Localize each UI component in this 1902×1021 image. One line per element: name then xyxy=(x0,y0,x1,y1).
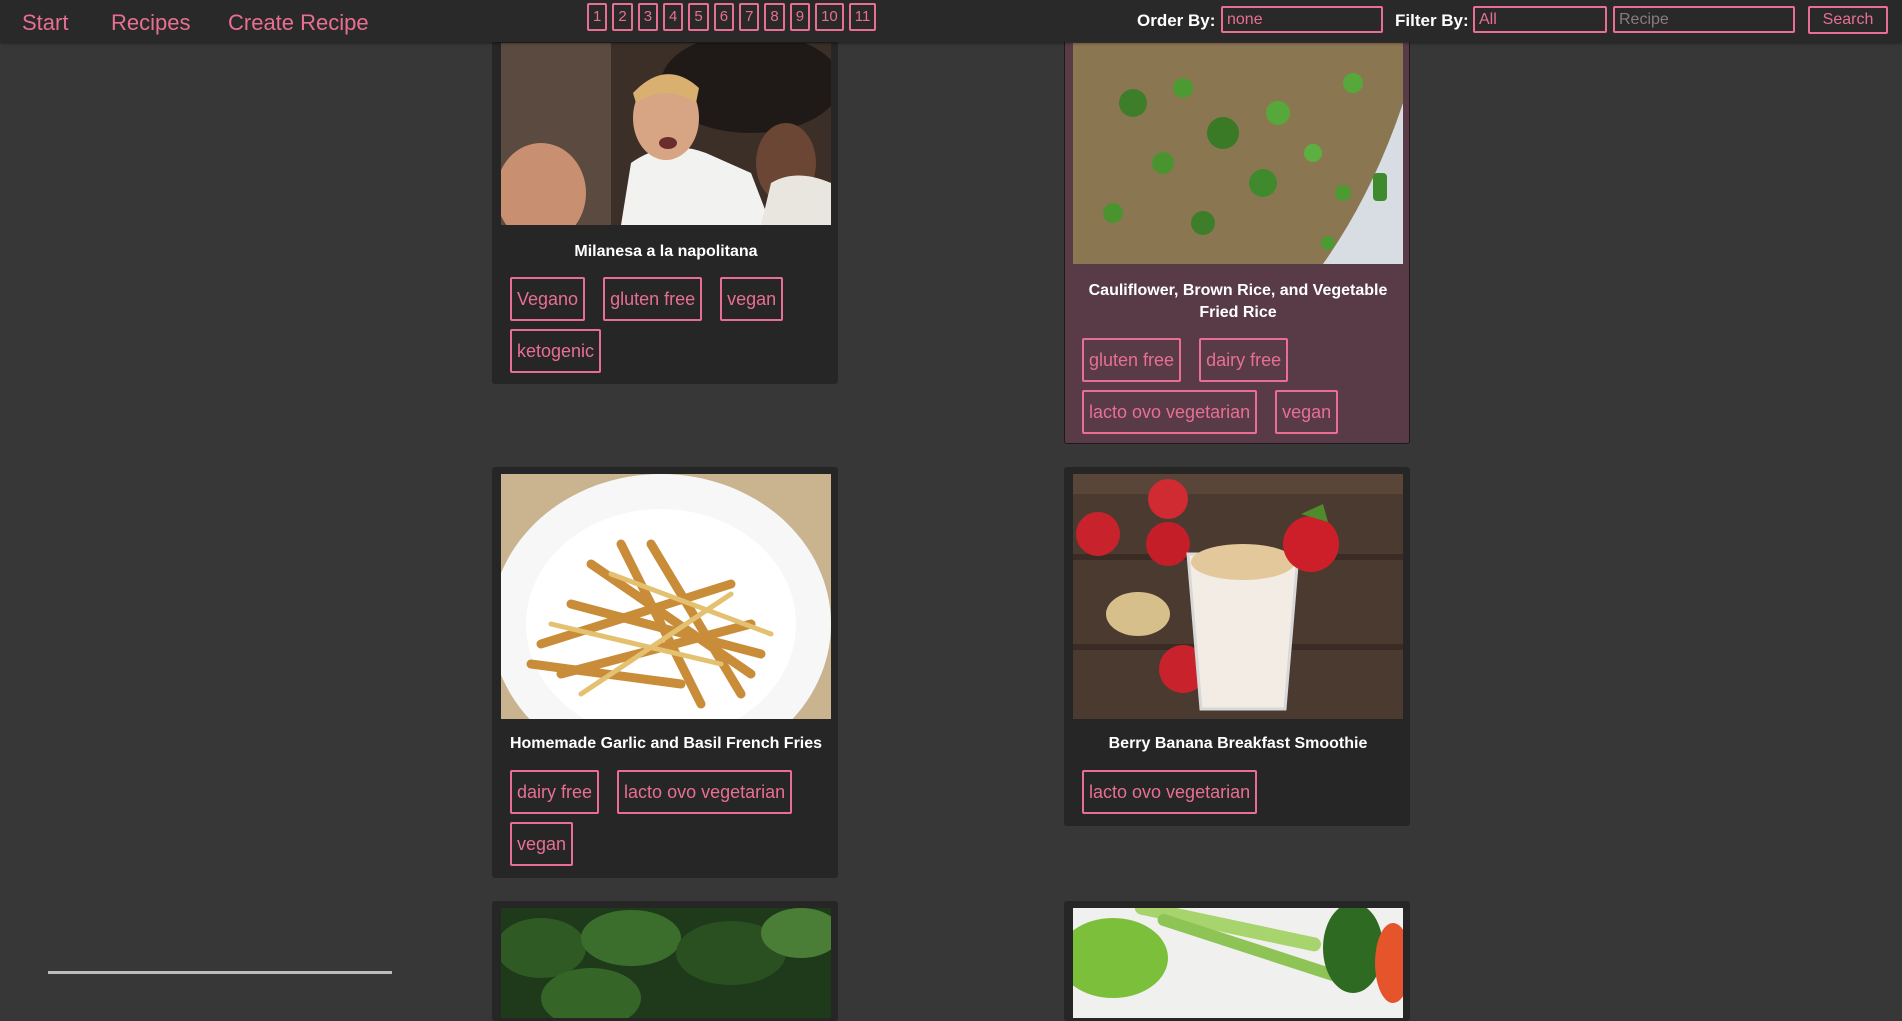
recipe-image xyxy=(501,43,831,225)
diet-tag[interactable]: lacto ovo vegetarian xyxy=(1082,770,1258,814)
nav-link-recipes[interactable]: Recipes xyxy=(111,10,190,36)
recipe-card[interactable]: Cauliflower, Brown Rice, and Vegetable F… xyxy=(1064,20,1410,444)
page-button-10[interactable]: 10 xyxy=(815,3,844,31)
recipe-title: Cauliflower, Brown Rice, and Vegetable F… xyxy=(1088,282,1388,321)
page-button-7[interactable]: 7 xyxy=(739,3,760,31)
recipe-image xyxy=(1073,474,1403,719)
diet-tag[interactable]: vegan xyxy=(720,277,784,321)
page-button-1[interactable]: 1 xyxy=(587,3,608,31)
page-button-11[interactable]: 11 xyxy=(848,3,877,31)
page-button-3[interactable]: 3 xyxy=(637,3,659,31)
page-button-6[interactable]: 6 xyxy=(713,3,735,31)
page-button-5[interactable]: 5 xyxy=(688,3,709,31)
diet-tag[interactable]: lacto ovo vegetarian xyxy=(1082,390,1258,434)
recipe-card[interactable]: Berry Banana Breakfast Smoothie lacto ov… xyxy=(1064,467,1410,826)
recipe-title: Milanesa a la napolitana xyxy=(574,243,758,260)
diet-tag[interactable]: dairy free xyxy=(1199,338,1289,382)
diet-tag[interactable]: vegan xyxy=(510,822,574,866)
diet-tag[interactable]: vegan xyxy=(1275,390,1339,434)
filter-by-label: Filter By: xyxy=(1395,11,1469,30)
filter-by-select[interactable]: All xyxy=(1473,6,1607,33)
diet-tag-list: gluten free dairy free lacto ovo vegetar… xyxy=(1082,338,1402,434)
recipe-image xyxy=(1073,43,1403,264)
recipe-search-input[interactable] xyxy=(1613,6,1795,33)
order-by-select[interactable]: none xyxy=(1221,6,1383,33)
recipe-image xyxy=(501,474,831,719)
diet-tag[interactable]: lacto ovo vegetarian xyxy=(617,770,793,814)
diet-tag-list: dairy free lacto ovo vegetarian vegan xyxy=(510,770,830,866)
diet-tag[interactable]: dairy free xyxy=(510,770,600,814)
diet-tag[interactable]: gluten free xyxy=(603,277,703,321)
page-button-2[interactable]: 2 xyxy=(612,3,633,31)
search-button[interactable]: Search xyxy=(1808,6,1888,34)
recipe-card[interactable] xyxy=(492,901,838,1021)
recipe-image xyxy=(501,908,831,1018)
recipe-card[interactable] xyxy=(1064,901,1410,1021)
order-by-label: Order By: xyxy=(1137,11,1216,30)
top-navbar: Start Recipes Create Recipe 1 2 3 4 5 6 … xyxy=(0,0,1902,42)
nav-link-start[interactable]: Start xyxy=(22,10,68,36)
recipe-title: Berry Banana Breakfast Smoothie xyxy=(1108,735,1368,752)
page-button-8[interactable]: 8 xyxy=(764,3,785,31)
page-button-9[interactable]: 9 xyxy=(789,3,811,31)
page-button-4[interactable]: 4 xyxy=(663,3,684,31)
diet-tag[interactable]: Vegano xyxy=(510,277,586,321)
recipe-image xyxy=(1073,908,1403,1018)
diet-tag-list: lacto ovo vegetarian xyxy=(1082,770,1402,814)
diet-tag[interactable]: ketogenic xyxy=(510,329,602,373)
recipe-card[interactable]: Homemade Garlic and Basil French Fries d… xyxy=(492,467,838,878)
diet-tag[interactable]: gluten free xyxy=(1082,338,1182,382)
diet-tag-list: Vegano gluten free vegan ketogenic xyxy=(510,277,830,373)
recipe-card[interactable]: Milanesa a la napolitana Vegano gluten f… xyxy=(492,20,838,384)
nav-link-create-recipe[interactable]: Create Recipe xyxy=(228,10,369,36)
recipe-title: Homemade Garlic and Basil French Fries xyxy=(509,735,823,752)
pagination: 1 2 3 4 5 6 7 8 9 10 11 xyxy=(587,3,877,31)
